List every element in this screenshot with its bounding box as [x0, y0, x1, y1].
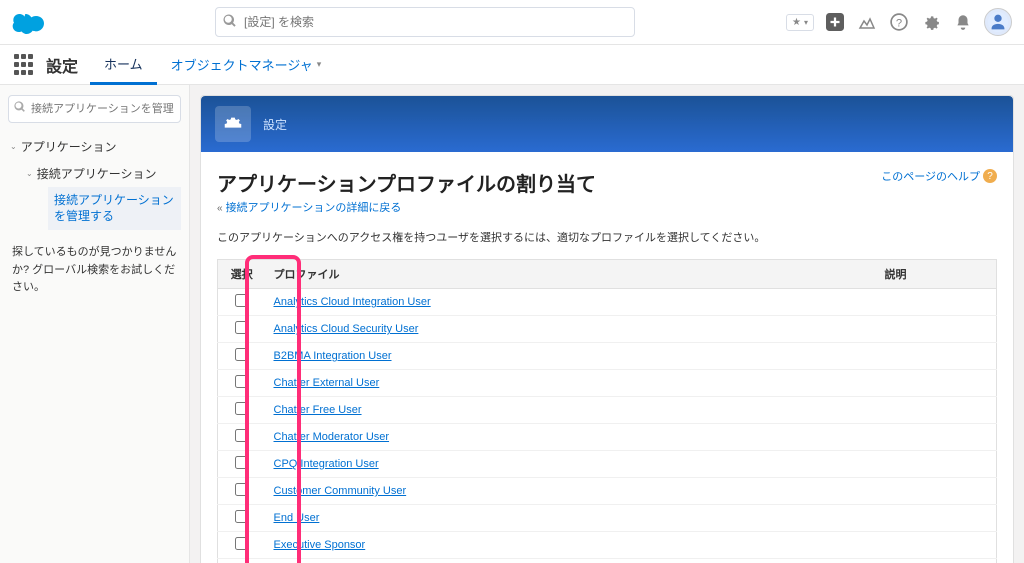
- profile-link[interactable]: Chatter External User: [274, 377, 380, 389]
- profile-link[interactable]: End User: [274, 512, 320, 524]
- profile-description: [877, 370, 997, 397]
- profile-checkbox[interactable]: [235, 321, 248, 334]
- setup-sidebar: ⌄アプリケーション ⌄接続アプリケーション 接続アプリケーションを管理する 探し…: [0, 85, 190, 563]
- main-content: 設定 アプリケーションプロファイルの割り当て 接続アプリケーションの詳細に戻る …: [190, 85, 1024, 563]
- table-row: End User: [218, 505, 997, 532]
- profile-description: [877, 478, 997, 505]
- chevron-down-icon: ⌄: [10, 142, 17, 151]
- table-row: B2BMA Integration User: [218, 343, 997, 370]
- notifications-icon[interactable]: [952, 11, 974, 33]
- table-row: Guest License User: [218, 559, 997, 563]
- tab-home[interactable]: ホーム: [90, 45, 157, 85]
- chevron-down-icon: ⌄: [26, 169, 33, 178]
- trailhead-icon[interactable]: [856, 11, 878, 33]
- profile-description: [877, 316, 997, 343]
- gear-icon: [215, 106, 251, 142]
- col-header-select: 選択: [218, 260, 266, 289]
- profile-link[interactable]: Executive Sponsor: [274, 539, 366, 551]
- table-row: Analytics Cloud Integration User: [218, 289, 997, 316]
- profile-checkbox[interactable]: [235, 375, 248, 388]
- page-help-link[interactable]: このページのヘルプ ?: [881, 168, 997, 184]
- search-icon: [14, 101, 26, 116]
- sidebar-search-input[interactable]: [8, 95, 181, 123]
- profile-description: [877, 532, 997, 559]
- sidebar-search: [8, 95, 181, 123]
- profile-checkbox[interactable]: [235, 537, 248, 550]
- header-actions: ★ ▾ ?: [786, 8, 1012, 36]
- profile-description: [877, 505, 997, 532]
- breadcrumb: 設定: [263, 116, 287, 133]
- svg-text:?: ?: [896, 18, 902, 30]
- app-launcher-icon[interactable]: [12, 52, 38, 78]
- sidebar-help-text: 探しているものが見つかりませんか? グローバル検索をお試しください。: [8, 244, 181, 297]
- profile-link[interactable]: Analytics Cloud Integration User: [274, 296, 431, 308]
- global-search-input[interactable]: [215, 7, 635, 37]
- table-row: Customer Community User: [218, 478, 997, 505]
- table-row: CPQ Integration User: [218, 451, 997, 478]
- profile-link[interactable]: Chatter Free User: [274, 404, 362, 416]
- global-search: [215, 7, 635, 37]
- profile-description: [877, 424, 997, 451]
- tree-manage-connected-apps[interactable]: 接続アプリケーションを管理する: [48, 187, 181, 230]
- setup-label: 設定: [46, 53, 78, 77]
- chevron-down-icon: ▾: [317, 59, 322, 70]
- profile-link[interactable]: CPQ Integration User: [274, 458, 379, 470]
- col-header-profile: プロファイル: [266, 260, 877, 289]
- profile-checkbox[interactable]: [235, 483, 248, 496]
- tree-root-applications[interactable]: ⌄アプリケーション: [8, 133, 181, 160]
- salesforce-logo: [12, 8, 52, 36]
- table-row: Analytics Cloud Security User: [218, 316, 997, 343]
- table-row: Executive Sponsor: [218, 532, 997, 559]
- profile-description: [877, 451, 997, 478]
- profile-checkbox[interactable]: [235, 402, 248, 415]
- page-header-bar: 設定: [201, 96, 1013, 152]
- table-row: Chatter Free User: [218, 397, 997, 424]
- profile-checkbox[interactable]: [235, 456, 248, 469]
- profile-checkbox[interactable]: [235, 294, 248, 307]
- help-icon[interactable]: ?: [888, 11, 910, 33]
- global-header: ★ ▾ ?: [0, 0, 1024, 45]
- profile-link[interactable]: Customer Community User: [274, 485, 407, 497]
- tab-object-manager[interactable]: オブジェクトマネージャ▾: [157, 45, 336, 85]
- instruction-text: このアプリケーションへのアクセス権を持つユーザを選択するには、適切なプロファイル…: [217, 229, 997, 245]
- profile-checkbox[interactable]: [235, 348, 248, 361]
- profile-description: [877, 397, 997, 424]
- profile-description: [877, 289, 997, 316]
- profile-link[interactable]: B2BMA Integration User: [274, 350, 392, 362]
- profile-checkbox[interactable]: [235, 510, 248, 523]
- table-row: Chatter External User: [218, 370, 997, 397]
- search-icon: [223, 14, 237, 31]
- sub-header: 設定 ホーム オブジェクトマネージャ▾: [0, 45, 1024, 85]
- help-icon: ?: [983, 169, 997, 183]
- profile-description: [877, 343, 997, 370]
- profile-checkbox[interactable]: [235, 429, 248, 442]
- user-avatar[interactable]: [984, 8, 1012, 36]
- setup-icon[interactable]: [920, 11, 942, 33]
- col-header-description: 説明: [877, 260, 997, 289]
- table-row: Chatter Moderator User: [218, 424, 997, 451]
- profile-link[interactable]: Chatter Moderator User: [274, 431, 390, 443]
- tree-connected-apps[interactable]: ⌄接続アプリケーション: [24, 160, 181, 187]
- page-title: アプリケーションプロファイルの割り当て: [217, 168, 596, 197]
- add-icon[interactable]: [824, 11, 846, 33]
- profile-link[interactable]: Analytics Cloud Security User: [274, 323, 419, 335]
- profile-description: [877, 559, 997, 563]
- back-link[interactable]: 接続アプリケーションの詳細に戻る: [226, 202, 402, 214]
- favorites-dropdown[interactable]: ★ ▾: [786, 14, 814, 31]
- profile-table: 選択 プロファイル 説明 Analytics Cloud Integration…: [217, 259, 997, 563]
